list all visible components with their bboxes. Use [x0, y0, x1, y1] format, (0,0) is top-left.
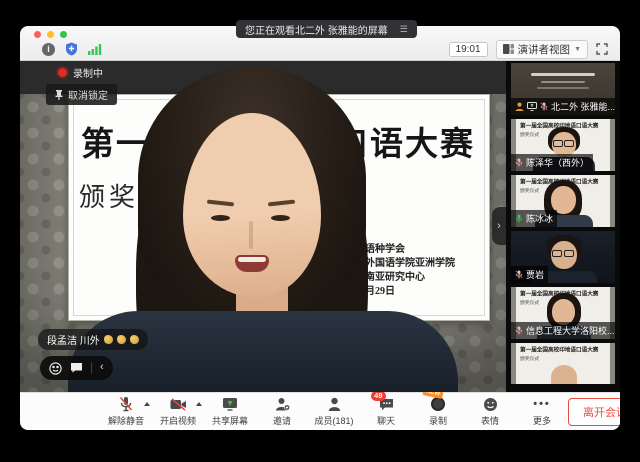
sidebar-collapse-handle[interactable]: › — [492, 207, 506, 245]
meeting-info-icon[interactable]: i — [42, 43, 55, 56]
network-signal-icon[interactable] — [88, 44, 102, 55]
recording-dot-icon — [58, 68, 67, 77]
invite-button[interactable]: 邀请 — [256, 396, 308, 427]
mic-muted-icon — [119, 396, 133, 412]
quickbar-collapse-icon[interactable]: ‹ — [100, 362, 104, 374]
more-dots-icon: ••• — [533, 401, 551, 407]
shield-icon[interactable] — [65, 42, 78, 56]
host-person-icon — [515, 102, 524, 111]
leave-meeting-button[interactable]: 离开会议 — [568, 398, 620, 426]
meeting-window: i 19:01 演讲者视图 ▼ — [20, 26, 620, 430]
zoom-window-button[interactable] — [60, 31, 67, 38]
chat-bubble-icon[interactable] — [70, 362, 83, 374]
view-mode-dropdown[interactable]: 演讲者视图 ▼ — [496, 40, 588, 59]
meeting-toolbar: 解除静音 开启视频 共享屏幕 — [20, 392, 620, 430]
slide-title: 第一届 地语口语大赛 — [81, 117, 475, 165]
participant-thumb-sharer[interactable]: 北二外 张雅能... — [511, 63, 615, 115]
mic-active-icon — [515, 214, 523, 223]
presentation-slide: 第一届 地语口语大赛 颁奖仪 办：中国南亚语种学会 办：北京第二外国语学院亚洲学… — [68, 94, 490, 321]
participants-sidebar: 北二外 张雅能... 第一届全国高校印地语口语大赛 颁奖仪式 — [506, 61, 620, 392]
mic-muted-icon — [540, 102, 548, 111]
start-video-button[interactable]: 开启视频 — [152, 396, 204, 427]
clap-emoji — [130, 335, 139, 344]
record-button[interactable]: NEW 录制 — [412, 396, 464, 427]
share-screen-button[interactable]: 共享屏幕 — [204, 396, 256, 427]
share-screen-icon — [222, 397, 238, 411]
mic-muted-icon — [515, 158, 523, 167]
unmute-button[interactable]: 解除静音 — [100, 396, 152, 427]
slide-organizers: 办：中国南亚语种学会 办：北京第二外国语学院亚洲学院 持：北京大学南亚研究中心 … — [305, 243, 455, 299]
participant-name: 贾岩 — [526, 268, 544, 281]
members-button[interactable]: 成员(181) — [308, 396, 360, 427]
view-mode-label: 演讲者视图 — [518, 42, 571, 57]
chat-unread-badge: 49 — [371, 391, 385, 401]
clap-emoji — [104, 335, 113, 344]
mic-muted-icon — [515, 326, 523, 335]
screen-share-icon — [527, 102, 537, 111]
members-icon — [328, 397, 341, 412]
banner-menu-icon[interactable]: ☰ — [400, 24, 408, 35]
emoji-button[interactable]: 表情 — [464, 396, 516, 427]
recording-indicator: 录制中 — [58, 65, 103, 80]
reaction-quickbar: ‹ — [40, 356, 113, 380]
close-window-button[interactable] — [34, 31, 41, 38]
slide-subtitle: 颁奖仪 — [79, 177, 169, 214]
more-button[interactable]: ••• 更多 — [516, 396, 568, 427]
shared-screen-stage: 第一届 地语口语大赛 颁奖仪 办：中国南亚语种学会 办：北京第二外国语学院亚洲学… — [20, 61, 506, 392]
cancel-pin-button[interactable]: 取消锁定 — [46, 84, 117, 105]
chevron-down-icon: ▼ — [574, 46, 581, 53]
pin-icon — [55, 90, 63, 100]
speaker-name-tag: 段孟洁 川外 — [38, 329, 148, 350]
participant-thumb[interactable]: 第一届全国高校印地语口语大赛 颁奖仪式 信息工程大学洛阳校... — [511, 287, 615, 339]
chat-button[interactable]: 49 聊天 — [360, 396, 412, 427]
fullscreen-icon[interactable] — [596, 43, 608, 55]
smiley-icon[interactable] — [49, 362, 62, 375]
sharing-banner-text: 您正在观看北二外 张雅能的屏幕 — [245, 22, 388, 37]
screen-sharing-banner: 您正在观看北二外 张雅能的屏幕 ☰ — [236, 20, 417, 38]
slide-date: 2020年12月29日 — [305, 285, 455, 299]
minimize-window-button[interactable] — [47, 31, 54, 38]
participant-name: 陈泽华（西外） — [526, 156, 589, 169]
camera-off-icon — [170, 398, 187, 411]
participant-thumb-active[interactable]: 第一届全国高校印地语口语大赛 颁奖仪式 陈冰冰 — [511, 175, 615, 227]
traffic-lights — [34, 31, 67, 38]
participant-name: 信息工程大学洛阳校... — [526, 324, 615, 337]
participant-thumb[interactable]: 贾岩 — [511, 231, 615, 283]
participant-thumb-partial[interactable]: 第一届全国高校印地语口语大赛 颁奖仪式 — [511, 343, 615, 384]
layout-view-icon — [503, 44, 514, 54]
mic-options-caret[interactable] — [144, 402, 150, 406]
participant-name: 陈冰冰 — [526, 212, 553, 225]
participant-thumb[interactable]: 第一届全国高校印地语口语大赛 颁奖仪式 陈泽华（西外） — [511, 119, 615, 171]
video-options-caret[interactable] — [196, 402, 202, 406]
clap-emoji — [117, 335, 126, 344]
record-icon — [431, 397, 445, 411]
divider — [91, 362, 92, 374]
mic-muted-icon — [515, 270, 523, 279]
invite-person-icon — [275, 397, 290, 412]
meeting-timer: 19:01 — [449, 42, 488, 57]
participant-name: 北二外 张雅能... — [551, 100, 615, 113]
emoji-icon — [483, 397, 498, 412]
